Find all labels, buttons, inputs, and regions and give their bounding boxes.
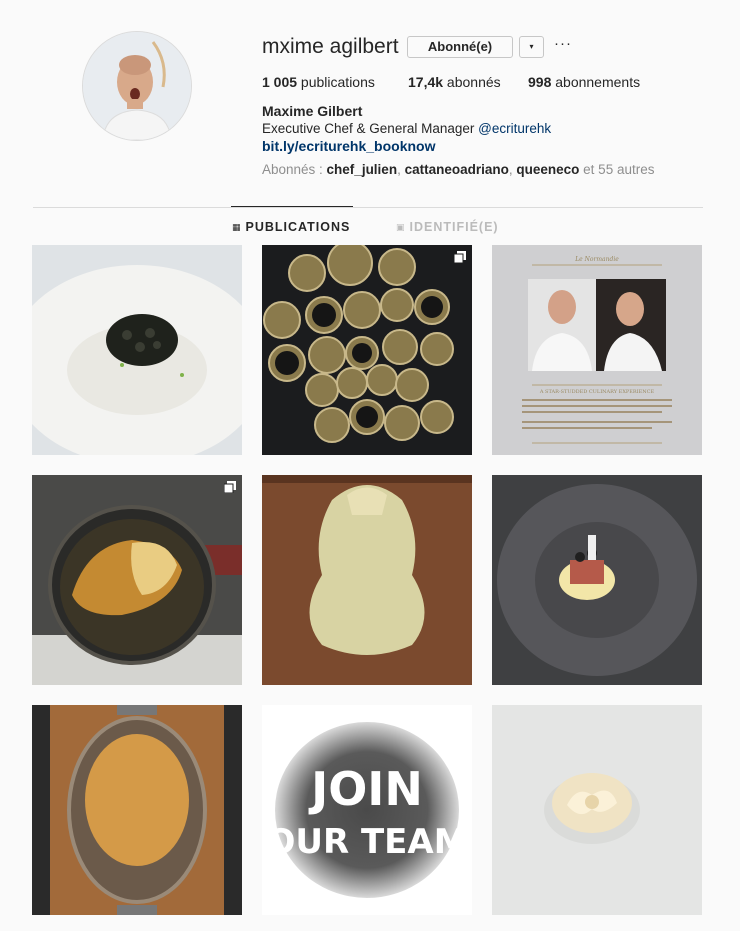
stat-following[interactable]: 998 abonnements [528,74,640,90]
stat-value: 998 [528,74,552,90]
post-image [492,475,702,685]
post-tile-join-our-team[interactable]: JOIN OUR TEAM [262,705,472,915]
post-image [32,475,242,685]
profile-divider [33,207,703,208]
poster-header: Le Normandie [574,256,619,263]
post-tile-plated-dish[interactable] [492,475,702,685]
followed-by[interactable]: Abonnés : chef_julien, cattaneoadriano, … [262,162,654,177]
post-image [262,475,472,685]
followed-by-prefix: Abonnés : [262,162,327,177]
stat-publications: 1 005 publications [262,74,408,90]
post-tile-bread-pan[interactable] [32,705,242,915]
post-tile-roast-pan[interactable] [32,475,242,685]
post-tile-chefs-poster[interactable]: Le Normandie A STAR-STUDDED CULINARY EXP… [492,245,702,455]
profile-bio: Executive Chef & General Manager @ecritu… [262,121,551,136]
profile-avatar[interactable] [82,31,192,141]
tag-icon: ▣ [396,221,406,232]
more-options-button[interactable]: ··· [554,36,572,52]
post-image: Le Normandie A STAR-STUDDED CULINARY EXP… [492,245,702,455]
active-tab-indicator [231,206,353,207]
post-tile-raw-duck[interactable] [262,475,472,685]
followed-by-name[interactable]: cattaneoadriano [405,162,509,177]
tab-label: PUBLICATIONS [245,220,351,234]
followed-by-suffix: et 55 autres [579,162,655,177]
post-image [492,705,702,915]
post-tile-caviar-tins[interactable] [262,245,472,455]
multiple-posts-icon [224,481,236,493]
followed-by-sep: , [397,162,405,177]
more-dots-icon: ··· [554,35,572,52]
tab-publications[interactable]: ▦ PUBLICATIONS [232,220,350,234]
tab-label: IDENTIFIÉ(E) [409,220,499,234]
followed-by-name[interactable]: chef_julien [327,162,398,177]
post-image [32,245,242,455]
stat-label: abonnements [551,74,641,90]
profile-username: mxime agilbert [262,35,399,58]
post-image [32,705,242,915]
multiple-posts-icon [454,251,466,263]
post-image [262,245,472,455]
bio-text: Executive Chef & General Manager [262,121,479,136]
stat-label: publications [297,74,375,90]
stat-value: 17,4k [408,74,444,90]
profile-full-name: Maxime Gilbert [262,103,363,119]
followed-by-name[interactable]: queeneco [516,162,579,177]
chevron-down-icon: ▾ [529,42,534,51]
following-button[interactable]: Abonné(e) [407,36,513,58]
tab-tagged[interactable]: ▣ IDENTIFIÉ(E) [396,220,499,234]
suggestions-dropdown-button[interactable]: ▾ [519,36,544,58]
bio-mention-link[interactable]: @ecriturehk [478,121,551,136]
post-tile-caviar-bowl[interactable] [32,245,242,455]
join-line1: JOIN [308,762,423,816]
grid-icon: ▦ [232,221,242,232]
join-line2: OUR TEAM [266,822,467,862]
stat-value: 1 005 [262,74,298,90]
stat-followers[interactable]: 17,4k abonnés [408,74,528,90]
post-tile-swirl-puree[interactable] [492,705,702,915]
profile-website-link[interactable]: bit.ly/ecriturehk_booknow [262,138,435,154]
poster-subtitle: A STAR-STUDDED CULINARY EXPERIENCE [539,389,655,395]
post-image: JOIN OUR TEAM [262,705,472,915]
profile-stats: 1 005 publications 17,4k abonnés 998 abo… [262,74,640,90]
stat-label: abonnés [443,74,501,90]
